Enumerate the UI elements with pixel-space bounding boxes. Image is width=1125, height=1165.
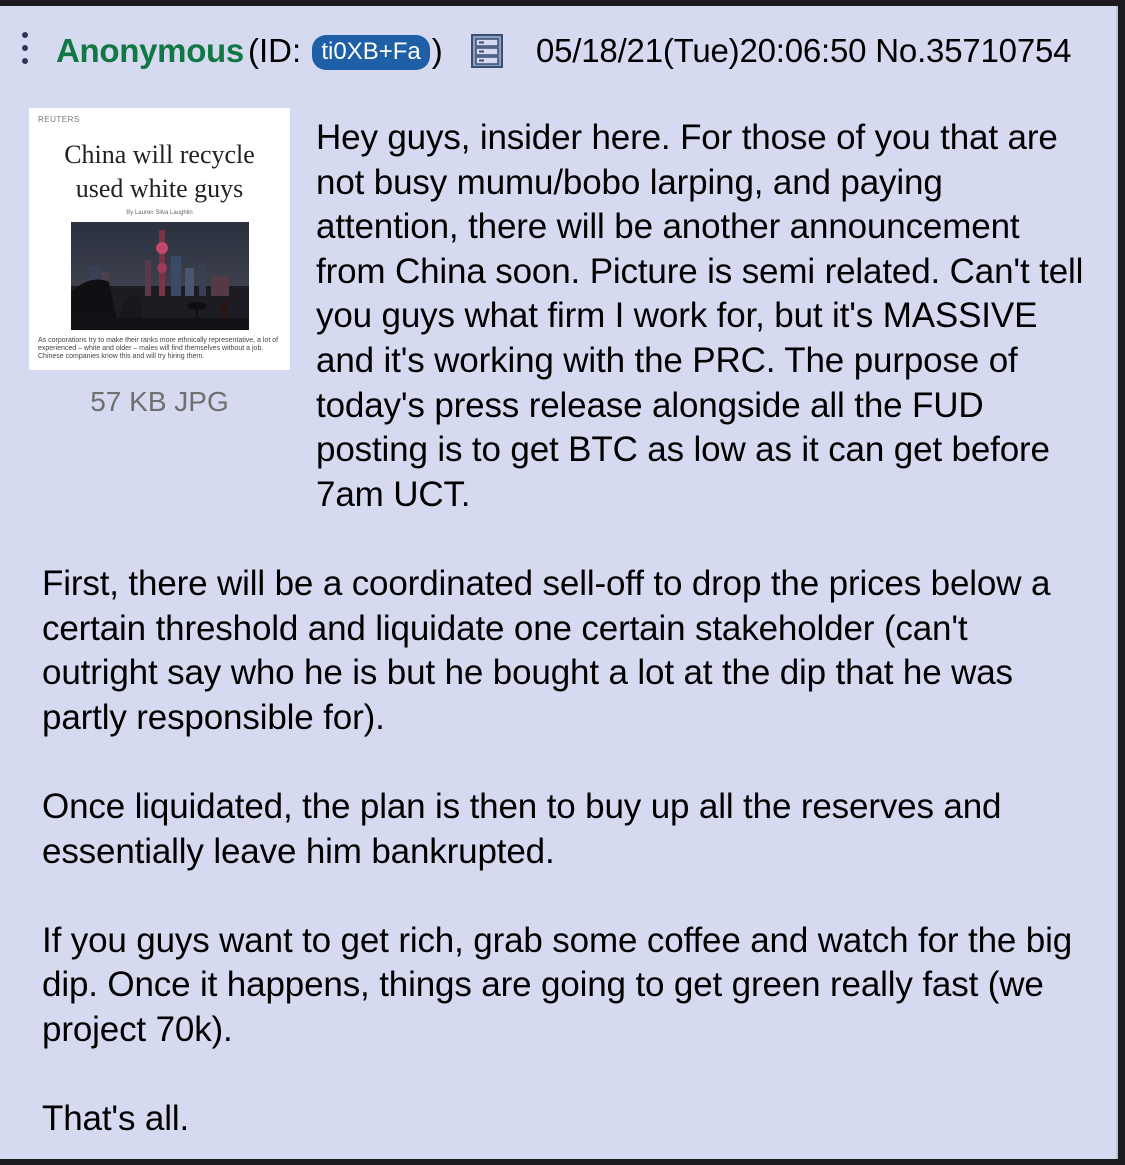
post-datetime: 05/18/21(Tue)20:06:50 No.35710754 <box>536 32 1071 70</box>
post-date: 05/18/21(Tue)20:06:50 <box>536 32 867 69</box>
post-header: Anonymous (ID: ti0XB+Fa) 05/18/21(Tue)20… <box>0 6 1116 82</box>
poster-id-suffix: ) <box>431 32 443 69</box>
post-message: Hey guys, insider here. For those of you… <box>42 116 1092 1142</box>
poster-name: Anonymous <box>56 32 244 69</box>
poster-id: (ID: ti0XB+Fa) <box>248 32 443 70</box>
post-paragraph-5: That's all. <box>42 1099 190 1139</box>
post-container: Anonymous (ID: ti0XB+Fa) 05/18/21(Tue)20… <box>0 6 1118 1159</box>
poster-id-prefix: (ID: <box>248 32 302 69</box>
post-paragraph-2: First, there will be a coordinated sell-… <box>42 563 1051 737</box>
post-paragraph-3: Once liquidated, the plan is then to buy… <box>42 786 1002 871</box>
thumbnail-float-spacer <box>42 116 316 478</box>
vertical-dots-menu-icon[interactable] <box>22 32 28 64</box>
post-number[interactable]: No.35710754 <box>875 32 1071 69</box>
server-flag-icon <box>471 34 503 68</box>
post-paragraph-4: If you guys want to get rich, grab some … <box>42 920 1073 1049</box>
poster-id-badge[interactable]: ti0XB+Fa <box>312 35 430 70</box>
